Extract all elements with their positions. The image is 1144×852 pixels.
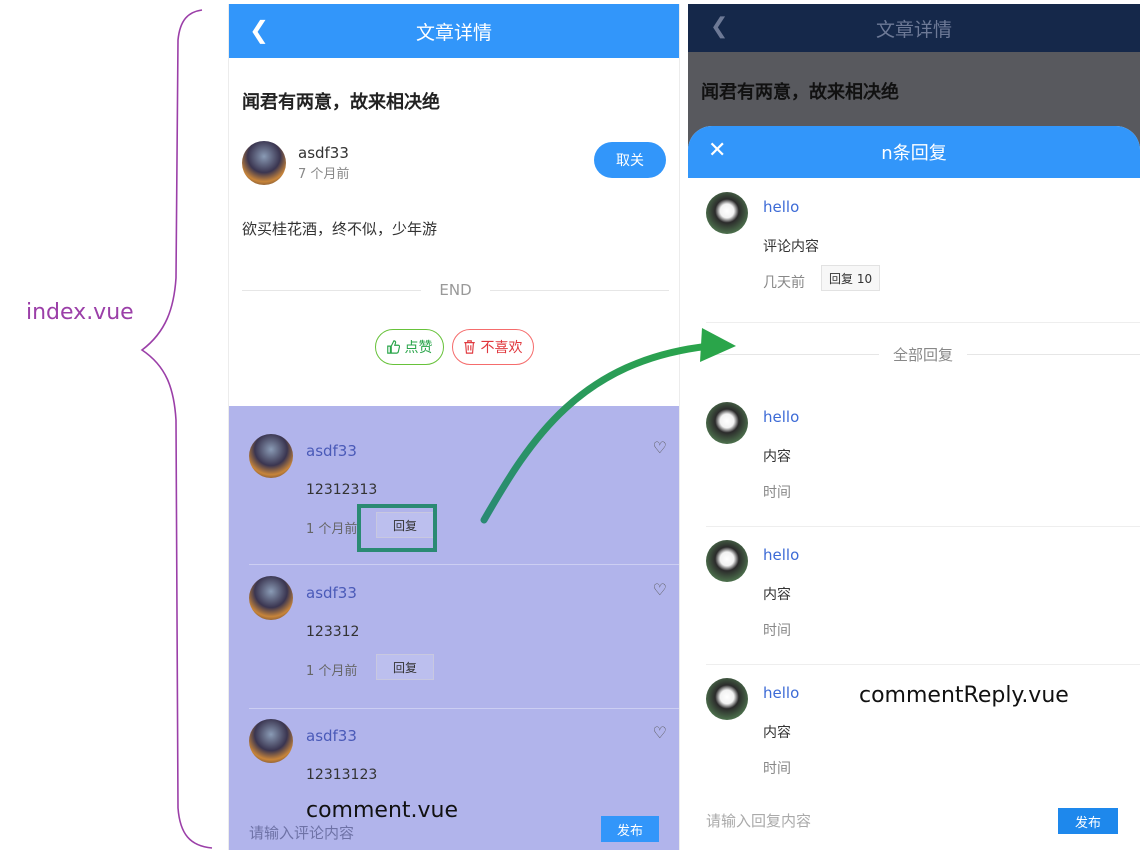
arrow-annotation: [480, 328, 736, 524]
reply-author[interactable]: hello: [763, 546, 799, 564]
comment-reply-screen: ❮ 文章详情 闻君有两意，故来相决绝 ✕ n条回复 hello 评论内容 几天前…: [688, 4, 1140, 850]
like-button[interactable]: 点赞: [374, 329, 444, 365]
reply-content: 内容: [763, 449, 791, 465]
close-icon[interactable]: ✕: [708, 138, 726, 163]
divider-line: [489, 289, 669, 291]
page-title: 文章详情: [875, 18, 952, 41]
comment-vue-label: comment.vue: [306, 798, 459, 823]
author-row: asdf33 7 个月前 取关: [242, 140, 679, 186]
avatar[interactable]: [249, 576, 293, 620]
annotated-screenshot: index.vue ❮ 文章详情 闻君有两意，故来相决绝 asdf33 7 个月…: [0, 0, 1144, 852]
comment-content: 12313123: [306, 767, 378, 783]
chevron-left-icon[interactable]: ❮: [249, 16, 269, 44]
divider: [706, 526, 1140, 527]
comment-divider: [249, 708, 679, 709]
reply-time: 时间: [763, 761, 791, 777]
avatar[interactable]: [249, 719, 293, 763]
reply-author[interactable]: hello: [763, 408, 799, 426]
divider-line: [967, 354, 1140, 355]
comment-time: 1 个月前: [306, 522, 358, 537]
avatar[interactable]: [706, 678, 748, 720]
divider: [706, 322, 1140, 323]
brace-annotation: [140, 9, 213, 849]
publish-button[interactable]: 发布: [1058, 808, 1118, 834]
reply-content: 内容: [763, 725, 791, 741]
divider-line: [242, 289, 422, 291]
comment-content: 评论内容: [763, 239, 819, 255]
publish-button[interactable]: 发布: [601, 816, 659, 842]
article-title: 闻君有两意，故来相决绝: [242, 92, 440, 113]
reply-time: 时间: [763, 485, 791, 501]
article-title: 闻君有两意，故来相决绝: [701, 82, 899, 103]
comment-time: 几天前: [763, 275, 805, 291]
avatar[interactable]: [706, 192, 748, 234]
avatar[interactable]: [242, 141, 286, 185]
navbar: ❮ 文章详情: [688, 4, 1140, 52]
unfollow-button[interactable]: 取关: [594, 142, 666, 178]
comment-author[interactable]: asdf33: [306, 727, 357, 745]
end-divider: END: [242, 281, 669, 299]
all-replies-divider: 全部回复: [706, 344, 1140, 365]
reply-time: 时间: [763, 623, 791, 639]
author-name: asdf33: [298, 144, 349, 162]
avatar[interactable]: [249, 434, 293, 478]
reply-content: 内容: [763, 587, 791, 603]
popup-header: ✕ n条回复: [688, 126, 1140, 178]
index-vue-label: index.vue: [26, 300, 134, 325]
popup-title: n条回复: [881, 143, 947, 164]
reply-author[interactable]: hello: [763, 684, 799, 702]
highlight-box: [357, 504, 437, 552]
comment-input[interactable]: 请输入评论内容: [249, 822, 354, 843]
reply-button[interactable]: 回复: [376, 654, 434, 680]
like-label: 点赞: [404, 340, 433, 356]
reply-popup: ✕ n条回复 hello 评论内容 几天前 回复 10 全部回复 hello 内…: [688, 126, 1140, 850]
comment-content: 123312: [306, 624, 360, 640]
comment-author[interactable]: asdf33: [306, 584, 357, 602]
comment-reply-vue-label: commentReply.vue: [859, 683, 1069, 708]
thumbs-up-icon: [386, 340, 400, 354]
reply-input[interactable]: 请输入回复内容: [706, 810, 811, 831]
comment-author[interactable]: asdf33: [306, 442, 357, 460]
comment-divider: [249, 564, 679, 565]
comment-author[interactable]: hello: [763, 198, 799, 216]
comment-content: 12312313: [306, 482, 378, 498]
heart-icon[interactable]: ♡: [653, 723, 667, 742]
author-time: 7 个月前: [298, 167, 350, 182]
chevron-left-icon[interactable]: ❮: [710, 14, 728, 39]
reply-count-button[interactable]: 回复 10: [821, 265, 881, 291]
author-meta: asdf33 7 个月前: [298, 144, 349, 182]
article-content: 欲买桂花酒，终不似，少年游: [242, 220, 438, 238]
end-text: END: [439, 281, 472, 299]
divider: [706, 664, 1140, 665]
page-title: 文章详情: [415, 21, 492, 44]
navbar: ❮ 文章详情: [229, 4, 679, 58]
all-replies-label: 全部回复: [893, 346, 954, 364]
avatar[interactable]: [706, 540, 748, 582]
heart-icon[interactable]: ♡: [653, 580, 667, 599]
comment-time: 1 个月前: [306, 664, 358, 679]
